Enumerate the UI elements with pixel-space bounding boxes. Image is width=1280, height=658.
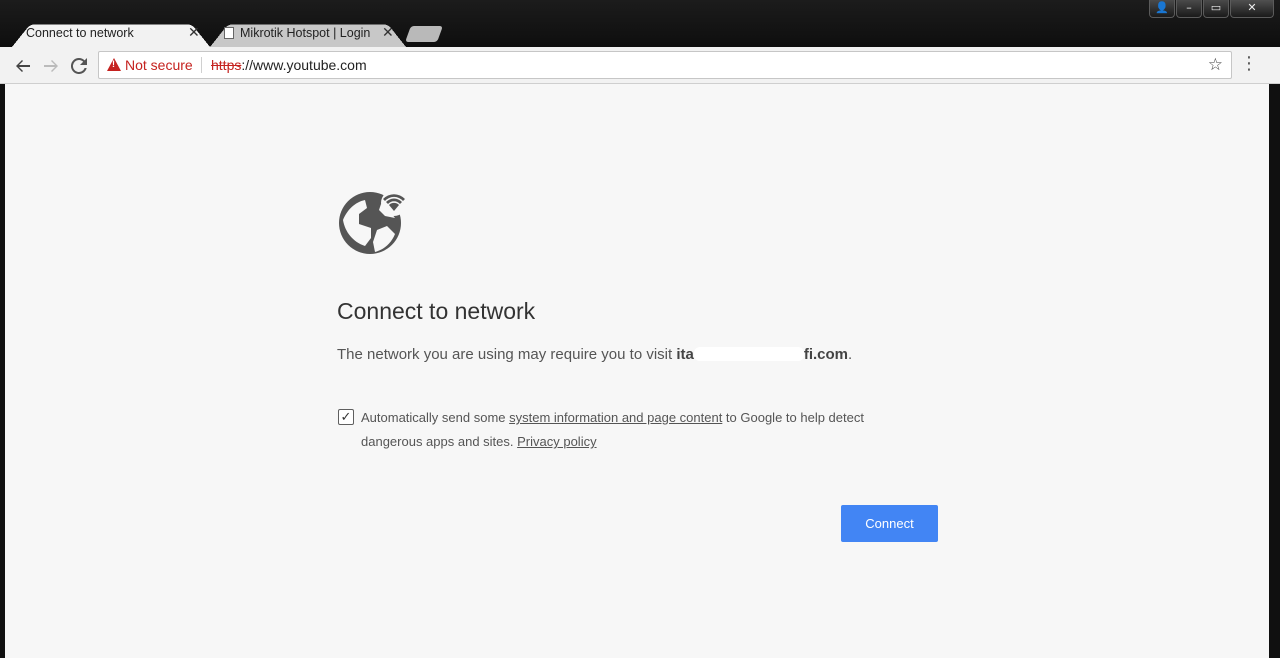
browser-toolbar: Not secure https://www.youtube.com ☆ ⋮	[0, 47, 1280, 84]
tab-close-icon[interactable]: ✕	[382, 24, 394, 41]
page-icon	[224, 26, 234, 39]
window-frame-right	[1269, 84, 1280, 658]
privacy-policy-link[interactable]: Privacy policy	[517, 434, 596, 449]
network-globe-wifi-icon	[337, 190, 409, 260]
user-icon[interactable]: 👤	[1149, 0, 1175, 18]
warning-icon	[107, 58, 121, 71]
address-bar[interactable]: Not secure https://www.youtube.com ☆	[98, 51, 1232, 79]
tab-connect-to-network[interactable]: Connect to network ✕	[12, 18, 210, 47]
consent-text: Automatically send some system informati…	[361, 410, 864, 449]
tab-title: Mikrotik Hotspot | Login	[240, 25, 371, 40]
security-chip[interactable]: Not secure	[125, 57, 193, 73]
interstitial-page: Connect to network The network you are u…	[5, 84, 1269, 658]
system-info-link[interactable]: system information and page content	[509, 410, 722, 425]
new-tab-button[interactable]	[405, 26, 443, 42]
minimize-button[interactable]: –	[1176, 0, 1202, 18]
window-controls: 👤 – ▭ ✕	[1149, 0, 1274, 18]
browser-menu-icon[interactable]: ⋮	[1240, 55, 1258, 73]
reload-icon[interactable]	[68, 55, 90, 77]
omnibox-divider	[201, 57, 202, 73]
tab-close-icon[interactable]: ✕	[188, 24, 200, 41]
maximize-button[interactable]: ▭	[1203, 0, 1229, 18]
hotspot-host: ita fi.com	[676, 346, 849, 363]
url-text[interactable]: https://www.youtube.com	[211, 57, 367, 73]
back-icon[interactable]	[12, 55, 34, 77]
title-bar: Connect to network ✕ Mikrotik Hotspot | …	[0, 0, 1280, 47]
page-heading: Connect to network	[337, 298, 536, 324]
tab-title: Connect to network	[26, 25, 134, 40]
close-window-button[interactable]: ✕	[1230, 0, 1274, 18]
page-description: The network you are using may require yo…	[337, 346, 853, 363]
redacted-host-segment	[693, 347, 804, 361]
send-info-checkbox[interactable]: ✓	[338, 409, 354, 425]
connect-button[interactable]: Connect	[841, 505, 938, 542]
forward-icon[interactable]	[40, 55, 62, 77]
tab-mikrotik-hotspot[interactable]: Mikrotik Hotspot | Login ✕	[210, 18, 406, 47]
browser-window: Connect to network ✕ Mikrotik Hotspot | …	[0, 0, 1280, 658]
bookmark-star-icon[interactable]: ☆	[1208, 55, 1223, 75]
